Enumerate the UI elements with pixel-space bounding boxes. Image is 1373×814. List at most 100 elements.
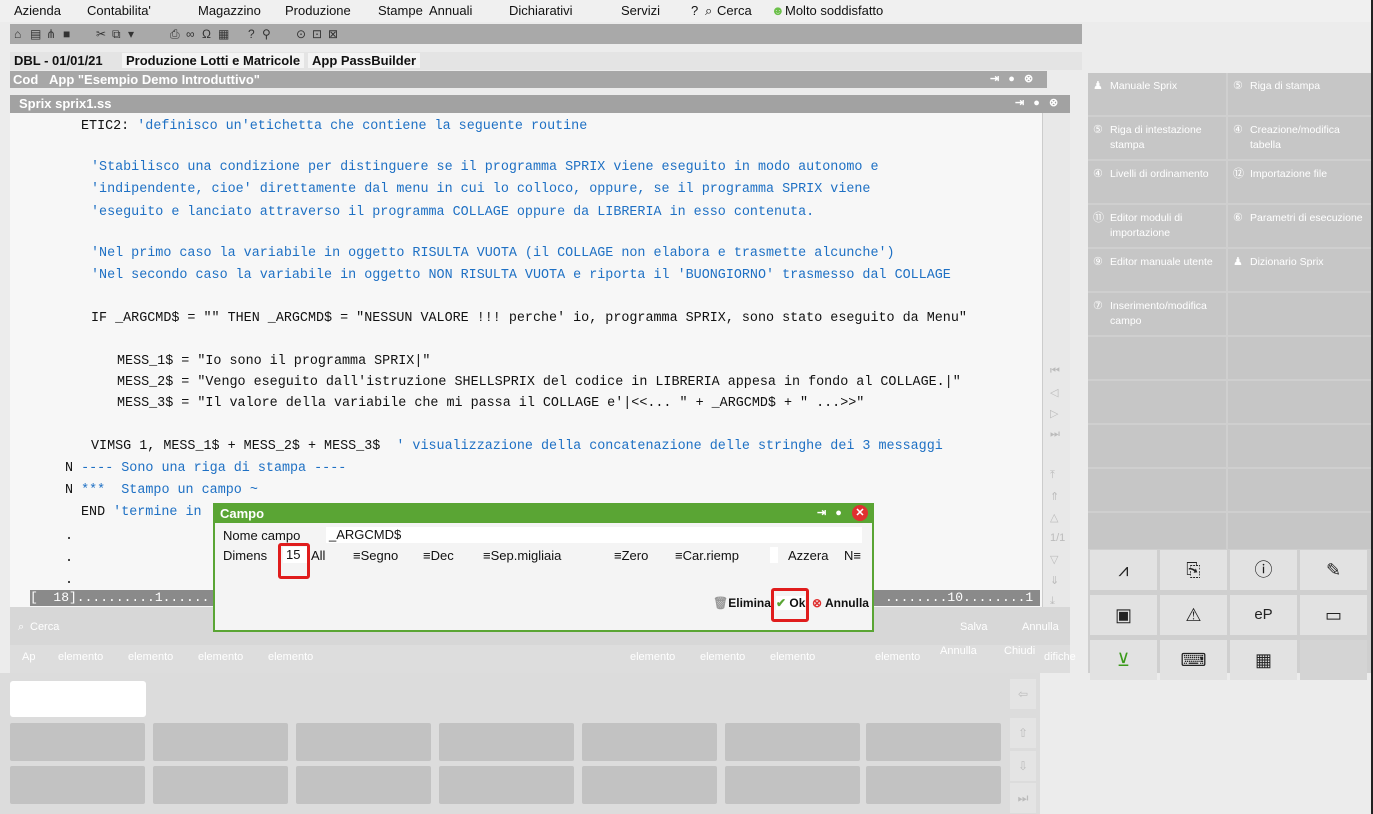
- last-icon[interactable]: ⏭: [1010, 783, 1036, 813]
- lower-tile[interactable]: [725, 766, 860, 804]
- dizionario-sprix-button[interactable]: ♟ Dizionario Sprix: [1228, 249, 1371, 291]
- editor-manuale-button[interactable]: ⑨ Editor manuale utente: [1088, 249, 1226, 291]
- lower-tile[interactable]: [582, 723, 717, 761]
- fn-button[interactable]: elemento: [268, 651, 313, 663]
- lower-tile[interactable]: [439, 723, 574, 761]
- doc-search-icon[interactable]: ⎘: [1160, 550, 1227, 590]
- menu-magazzino[interactable]: Magazzino: [198, 3, 261, 18]
- tree-icon[interactable]: ⋔: [46, 27, 56, 41]
- card-icon[interactable]: ▭: [1300, 595, 1367, 635]
- pin-icon[interactable]: ⇥ ●: [817, 506, 845, 519]
- inserimento-campo-button[interactable]: ⑦ Inserimento/modifica campo: [1088, 293, 1226, 335]
- prev-page-icon[interactable]: ◁: [1050, 386, 1058, 399]
- lower-tile[interactable]: [153, 723, 288, 761]
- menu-cerca[interactable]: Cerca: [717, 3, 752, 18]
- fn-button[interactable]: Ap: [22, 651, 35, 663]
- chat-icon[interactable]: ⊡: [312, 27, 322, 41]
- lower-tile[interactable]: [153, 766, 288, 804]
- keyboard-icon[interactable]: ⌨: [1160, 640, 1227, 680]
- zero-checkbox[interactable]: ≡Zero: [614, 548, 648, 563]
- fn-button[interactable]: Annulla: [940, 645, 977, 657]
- up-icon[interactable]: ⇧: [1010, 718, 1036, 748]
- chart-warning-icon[interactable]: ⚠: [1160, 595, 1227, 635]
- link-icon[interactable]: ∞: [186, 27, 195, 41]
- menu-annuali[interactable]: Annuali: [429, 3, 472, 18]
- zoom-icon[interactable]: ⚲: [262, 27, 271, 41]
- sprix-controls-icon[interactable]: ⇥ ● ⊗: [1015, 96, 1061, 109]
- creazione-tabella-button[interactable]: ④ Creazione/modifica tabella: [1228, 117, 1371, 159]
- menu-azienda[interactable]: Azienda: [14, 3, 61, 18]
- lower-tile[interactable]: [296, 723, 431, 761]
- monitor-icon[interactable]: ▣: [1090, 595, 1157, 635]
- fn-button[interactable]: elemento: [700, 651, 745, 663]
- menu-contabilita[interactable]: Contabilita': [87, 3, 151, 18]
- fn-button[interactable]: elemento: [630, 651, 675, 663]
- calculator-icon[interactable]: ▦: [218, 27, 229, 41]
- info-icon[interactable]: ⓘ: [1230, 550, 1297, 590]
- fn-button[interactable]: elemento: [770, 651, 815, 663]
- carriemp-field[interactable]: [770, 547, 778, 563]
- importazione-file-button[interactable]: ⑫ Importazione file: [1228, 161, 1371, 203]
- print-icon[interactable]: ⎙: [170, 27, 180, 42]
- ep-lock-icon[interactable]: eP: [1230, 595, 1297, 635]
- riga-stampa-button[interactable]: ⑤ Riga di stampa: [1228, 73, 1371, 115]
- lower-tile[interactable]: [725, 723, 860, 761]
- dec-checkbox[interactable]: ≡Dec: [423, 548, 454, 563]
- fn-button[interactable]: Chiudi: [1004, 645, 1035, 657]
- save-button[interactable]: Salva: [960, 621, 988, 633]
- lower-tile[interactable]: [582, 766, 717, 804]
- omega-icon[interactable]: Ω: [202, 27, 211, 41]
- scroll-up-icon[interactable]: △: [1050, 511, 1058, 524]
- home-icon[interactable]: ⌂: [14, 27, 21, 41]
- next-page-icon[interactable]: ▷: [1050, 407, 1058, 420]
- window-icon[interactable]: ■: [63, 27, 70, 41]
- lower-tile[interactable]: [866, 723, 1001, 761]
- sepmig-checkbox[interactable]: ≡Sep.migliaia: [483, 548, 561, 563]
- search-icon[interactable]: ⌕: [705, 3, 712, 19]
- cancel-button[interactable]: Annulla: [1022, 621, 1059, 633]
- fn-button[interactable]: elemento: [198, 651, 243, 663]
- menu-stampe[interactable]: Stampe: [378, 3, 423, 18]
- menu-soddisfatto[interactable]: Molto soddisfatto: [785, 3, 883, 18]
- paste-icon[interactable]: ▾: [128, 27, 134, 41]
- cut-icon[interactable]: ✂: [96, 27, 106, 41]
- lower-tile[interactable]: [439, 766, 574, 804]
- elimina-button[interactable]: 🗑Elimina: [713, 596, 771, 610]
- livelli-ordinamento-button[interactable]: ④ Livelli di ordinamento: [1088, 161, 1226, 203]
- close-icon[interactable]: ✕: [852, 505, 868, 521]
- menu-servizi[interactable]: Servizi: [621, 3, 660, 18]
- tab-passbuilder[interactable]: App PassBuilder: [308, 53, 421, 68]
- nome-campo-field[interactable]: _ARGCMD$: [326, 527, 862, 543]
- search-button[interactable]: Cerca: [30, 621, 59, 633]
- circle-icon[interactable]: ⊙: [296, 27, 306, 41]
- doc-icon[interactable]: ▤: [30, 27, 41, 41]
- chart-icon[interactable]: ⩘: [1090, 550, 1157, 590]
- menu-produzione[interactable]: Produzione: [285, 3, 351, 18]
- fn-button[interactable]: difiche: [1044, 651, 1076, 663]
- window-controls-icon[interactable]: ⇥ ● ⊗: [990, 72, 1036, 85]
- down-icon[interactable]: ⇩: [1010, 751, 1036, 781]
- menu-dichiarativi[interactable]: Dichiarativi: [509, 3, 573, 18]
- image-icon[interactable]: ⊠: [328, 27, 338, 41]
- fn-button[interactable]: elemento: [128, 651, 173, 663]
- menu-help[interactable]: ?: [691, 3, 698, 18]
- lower-tile[interactable]: [866, 766, 1001, 804]
- riga-intestazione-button[interactable]: ⑤ Riga di intestazione stampa: [1088, 117, 1226, 159]
- azzera-select[interactable]: N≡: [844, 548, 861, 563]
- first-page-icon[interactable]: ⏮: [1050, 365, 1060, 378]
- grid-icon[interactable]: ▦: [1230, 640, 1297, 680]
- lower-tile[interactable]: [10, 723, 145, 761]
- parametri-esecuzione-button[interactable]: ⑥ Parametri di esecuzione: [1228, 205, 1371, 247]
- fn-button[interactable]: elemento: [58, 651, 103, 663]
- top-icon[interactable]: ⤒: [1050, 469, 1055, 482]
- editor-moduli-button[interactable]: ⑪ Editor moduli di importazione: [1088, 205, 1226, 247]
- tab-produzione[interactable]: Produzione Lotti e Matricole: [122, 53, 305, 68]
- segno-checkbox[interactable]: ≡Segno: [353, 548, 398, 563]
- manuale-sprix-button[interactable]: ♟ Manuale Sprix: [1088, 73, 1226, 115]
- scroll-down-icon[interactable]: ▽: [1050, 553, 1058, 566]
- help-icon[interactable]: ?: [248, 27, 255, 41]
- copy-icon[interactable]: ⧉: [112, 27, 121, 42]
- up-icon[interactable]: ⇑: [1050, 490, 1059, 503]
- basket-icon[interactable]: ⊻: [1090, 640, 1157, 680]
- lower-tile[interactable]: [296, 766, 431, 804]
